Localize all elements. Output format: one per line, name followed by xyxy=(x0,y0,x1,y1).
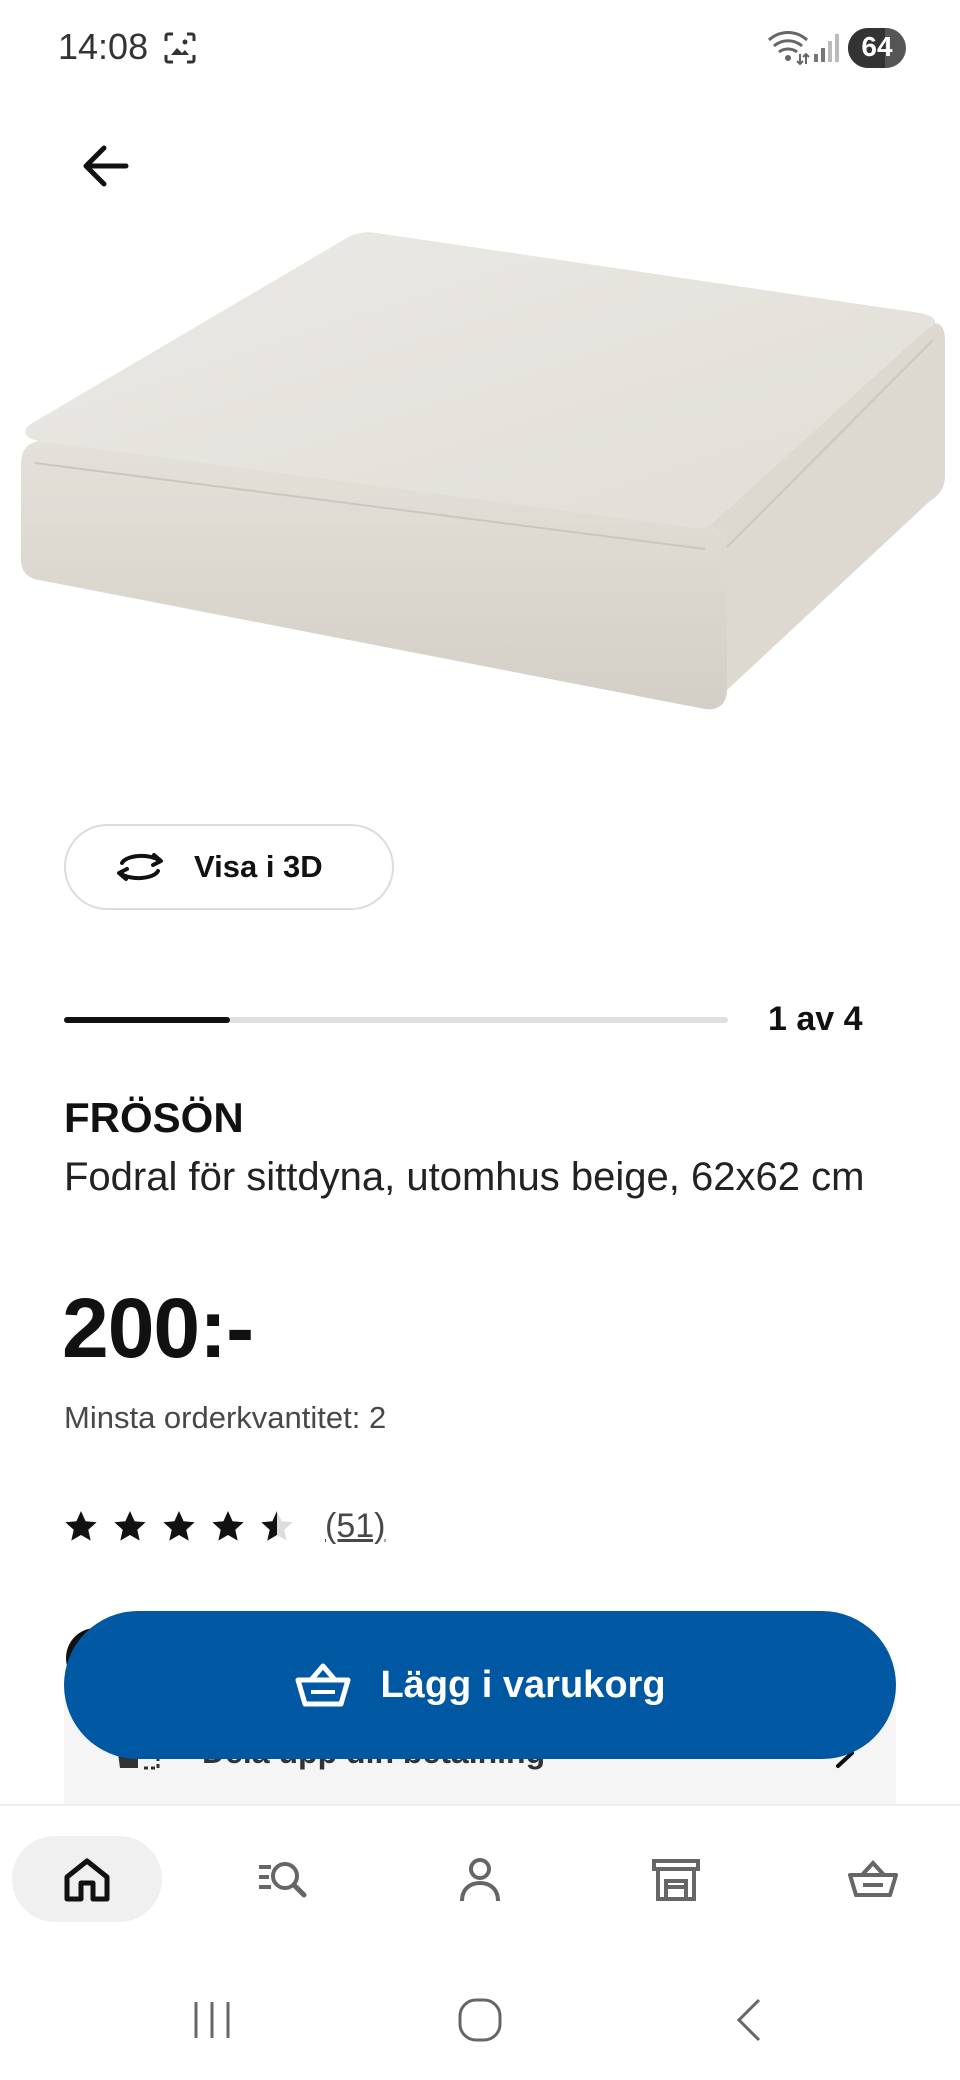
status-time: 14:08 xyxy=(58,26,149,67)
star-half-icon xyxy=(261,1511,293,1541)
nav-store[interactable] xyxy=(601,1836,751,1922)
view-3d-button[interactable]: Visa i 3D xyxy=(64,824,394,910)
chevron-left-icon xyxy=(736,1998,761,2042)
view-3d-label: Visa i 3D xyxy=(194,849,323,884)
add-to-cart-label: Lägg i varukorg xyxy=(380,1663,666,1706)
arrow-left-icon xyxy=(83,145,129,187)
nav-basket[interactable] xyxy=(798,1836,948,1922)
rotate-icon xyxy=(117,853,163,881)
nav-search[interactable] xyxy=(208,1836,358,1922)
search-list-icon xyxy=(259,1862,307,1898)
recent-apps-icon xyxy=(194,2002,230,2038)
product-name: FRÖSÖN xyxy=(64,1094,244,1141)
profile-icon xyxy=(460,1858,500,1902)
add-to-cart-button[interactable]: Lägg i varukorg xyxy=(64,1611,896,1759)
basket-icon xyxy=(848,1860,898,1897)
rating[interactable]: (51) xyxy=(64,1500,385,1552)
basket-icon xyxy=(295,1663,351,1707)
min-order-quantity: Minsta orderkvantitet: 2 xyxy=(64,1400,387,1435)
battery-indicator: 64 xyxy=(848,28,906,68)
nav-profile[interactable] xyxy=(405,1836,555,1922)
signal-icon xyxy=(814,34,839,62)
home-circle-icon xyxy=(458,1998,502,2042)
recent-apps-button[interactable] xyxy=(182,1990,242,2050)
carousel-progress-fill xyxy=(64,1017,230,1023)
status-bar: 14:08 64 xyxy=(0,0,960,100)
carousel-counter: 1 av 4 xyxy=(768,1000,863,1038)
back-system-button[interactable] xyxy=(718,1990,778,2050)
star-icon xyxy=(65,1511,97,1541)
review-count[interactable]: (51) xyxy=(325,1507,385,1546)
nav-home[interactable] xyxy=(12,1836,162,1922)
carousel-progress-track xyxy=(64,1017,728,1023)
wifi-icon xyxy=(767,31,810,66)
store-icon xyxy=(652,1859,700,1901)
system-nav xyxy=(0,1954,960,2080)
screenshot-icon xyxy=(164,32,196,64)
star-icon xyxy=(114,1511,146,1541)
back-button[interactable] xyxy=(70,130,142,202)
star-icon xyxy=(212,1511,244,1541)
product-price: 200:- xyxy=(62,1281,254,1375)
screen: 14:08 64 Visa i 3D 1 av 4 FRÖSÖN Fodral … xyxy=(0,0,960,2080)
product-image[interactable] xyxy=(15,225,945,730)
home-system-button[interactable] xyxy=(450,1990,510,2050)
bottom-nav xyxy=(0,1804,960,1954)
product-description: Fodral för sittdyna, utomhus beige, 62x6… xyxy=(64,1155,865,1199)
home-icon xyxy=(64,1858,110,1902)
battery-level: 64 xyxy=(861,31,893,62)
star-icon xyxy=(163,1511,195,1541)
